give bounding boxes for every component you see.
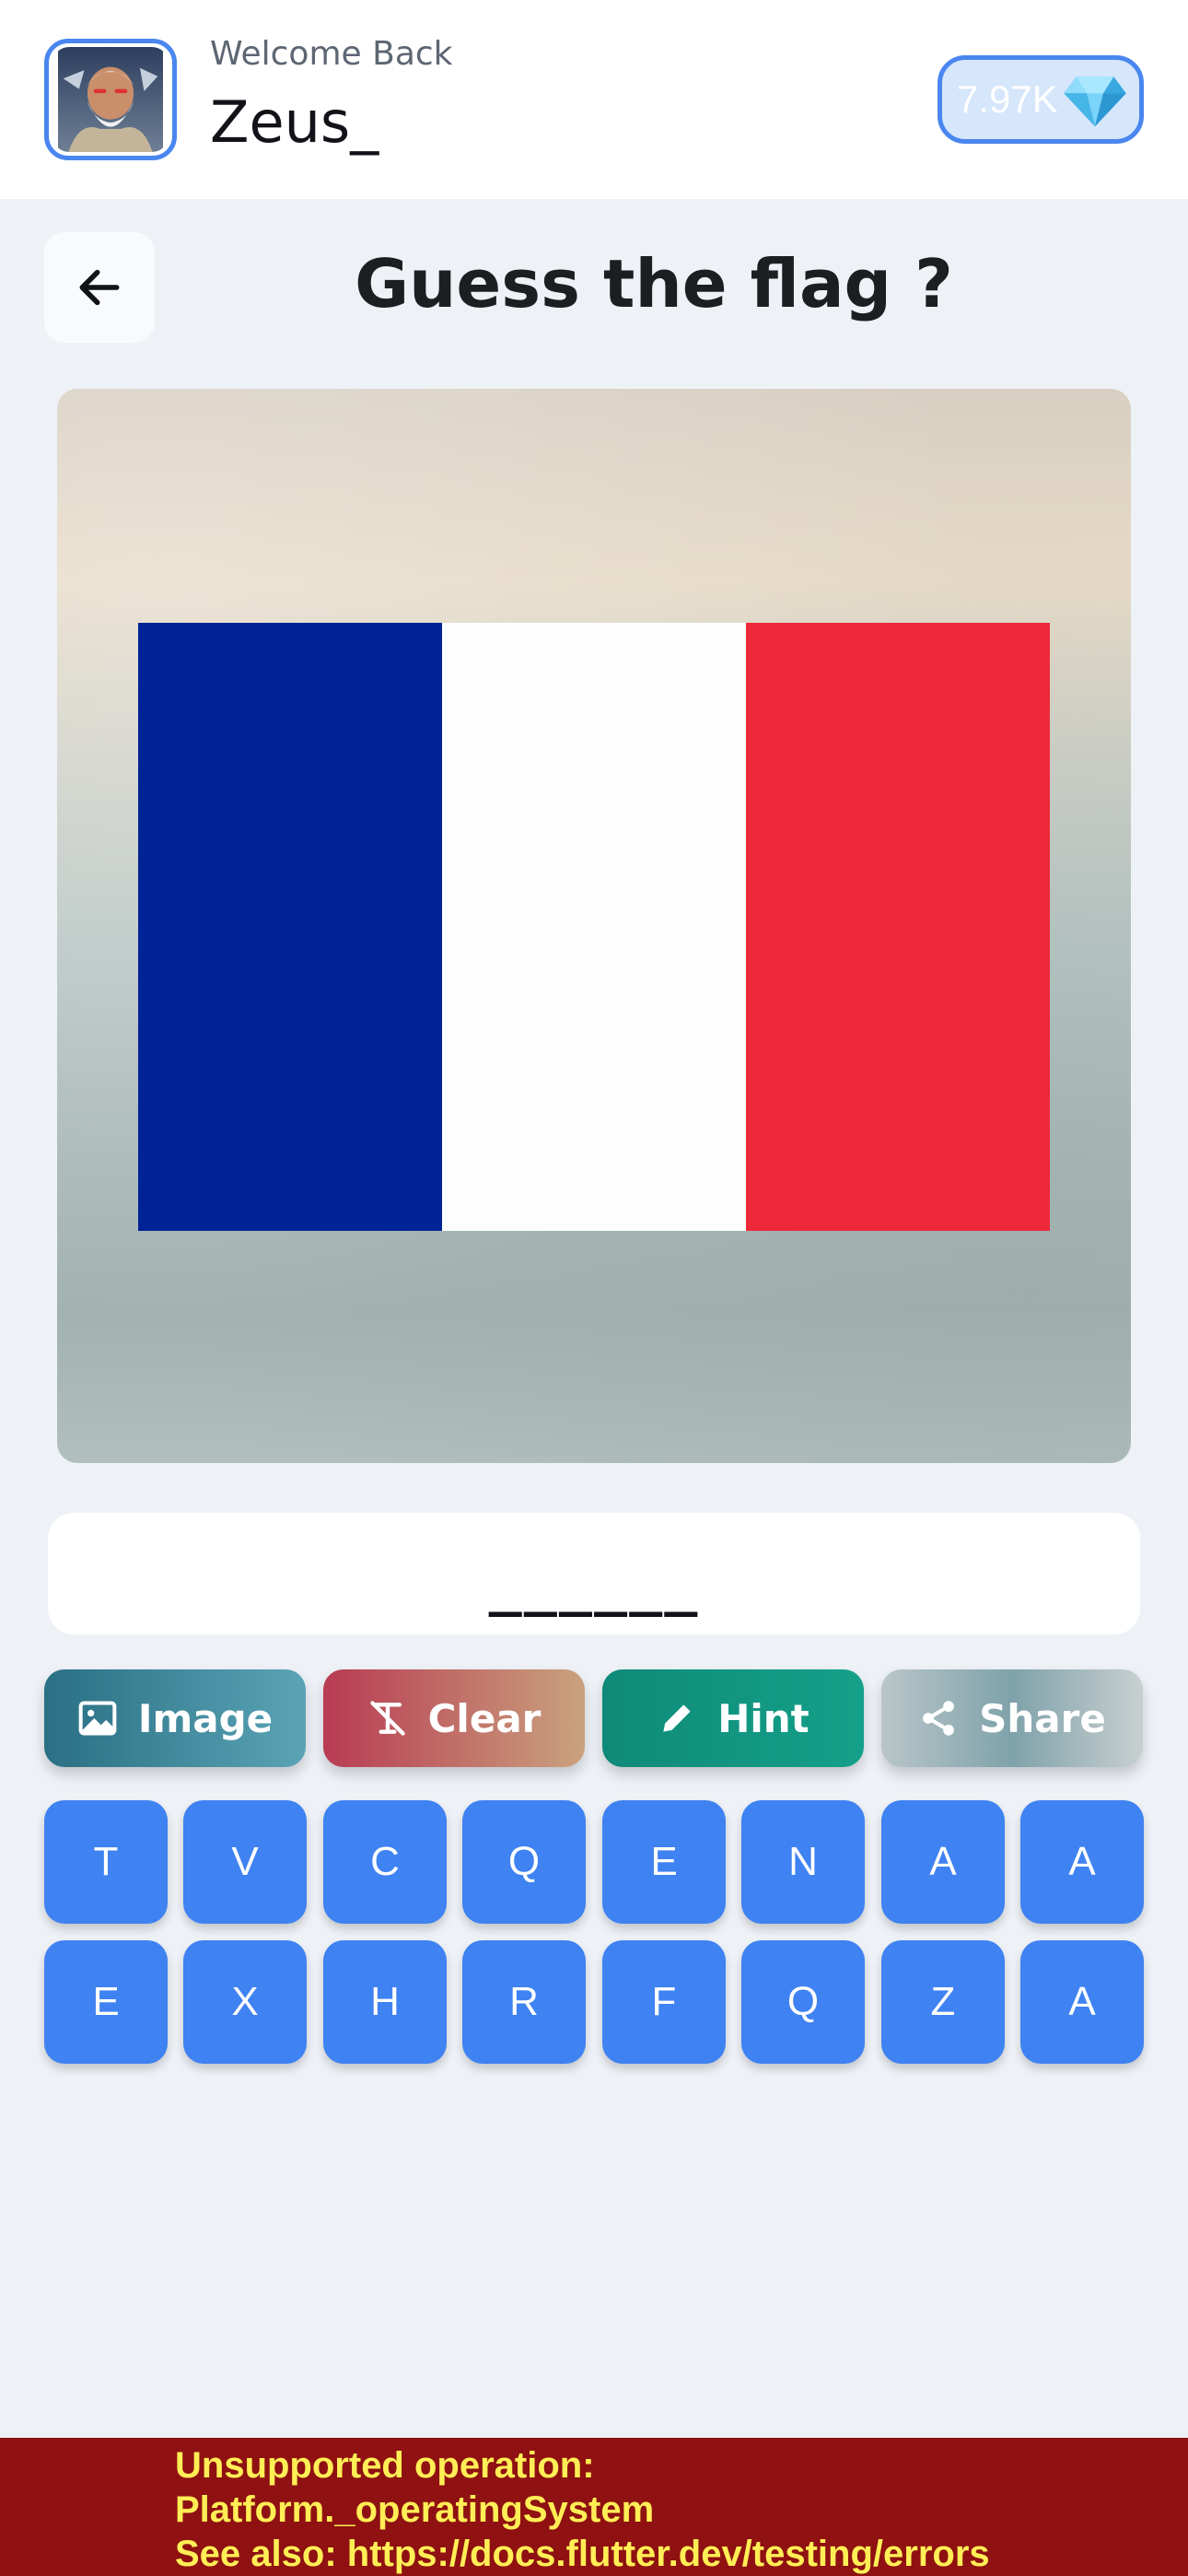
hint-button-label: Hint (717, 1695, 809, 1741)
arrow-left-icon (79, 269, 120, 306)
letter-key[interactable]: A (1020, 1800, 1144, 1924)
share-icon (923, 1701, 955, 1736)
image-button[interactable]: Image (44, 1669, 306, 1767)
answer-field[interactable]: ______ (48, 1513, 1140, 1634)
letter-key[interactable]: T (44, 1800, 168, 1924)
back-button[interactable] (44, 232, 155, 343)
welcome-text: Welcome Back (210, 35, 453, 73)
letter-key[interactable]: E (44, 1940, 168, 2064)
letter-key[interactable]: C (323, 1800, 447, 1924)
letter-key[interactable]: E (602, 1800, 726, 1924)
image-icon (78, 1701, 117, 1736)
clear-button[interactable]: Clear (323, 1669, 585, 1767)
username: Zeus_ (210, 88, 379, 156)
flag-stripe-red (746, 623, 1050, 1231)
page-title: Guess the flag ? (355, 245, 953, 322)
gems-balance[interactable]: 7.97K (938, 55, 1144, 144)
clear-format-icon (369, 1701, 405, 1736)
letter-key[interactable]: V (183, 1800, 307, 1924)
letter-key[interactable]: A (881, 1800, 1005, 1924)
letter-key[interactable]: H (323, 1940, 447, 2064)
avatar[interactable] (44, 39, 177, 160)
share-button[interactable]: Share (881, 1669, 1143, 1767)
pencil-icon (663, 1704, 691, 1732)
letter-key[interactable]: A (1020, 1940, 1144, 2064)
image-button-label: Image (137, 1695, 274, 1741)
hint-button[interactable]: Hint (602, 1669, 864, 1767)
letter-key[interactable]: X (183, 1940, 307, 2064)
diamond-icon (1064, 76, 1126, 127)
letter-key[interactable]: R (462, 1940, 586, 2064)
answer-placeholder: ______ (488, 1553, 700, 1618)
letter-key[interactable]: Q (462, 1800, 586, 1924)
clear-button-label: Clear (427, 1695, 542, 1741)
letter-key[interactable]: F (602, 1940, 726, 2064)
flag-stripe-blue (138, 623, 442, 1231)
error-banner: Unsupported operation: Platform._operati… (0, 2438, 1188, 2576)
error-line: Unsupported operation: (175, 2445, 595, 2486)
flag-image (138, 623, 1050, 1231)
flag-card (57, 389, 1131, 1463)
app-header: Welcome Back Zeus_ 7.97K (0, 0, 1188, 199)
avatar-image (58, 47, 163, 152)
error-line: Platform._operatingSystem (175, 2489, 655, 2530)
letter-key[interactable]: Q (741, 1940, 865, 2064)
gems-value: 7.97K (957, 77, 1058, 121)
error-link: See also: https://docs.flutter.dev/testi… (175, 2534, 990, 2574)
letter-key[interactable]: Z (881, 1940, 1005, 2064)
share-button-label: Share (979, 1695, 1106, 1741)
flag-stripe-white (442, 623, 746, 1231)
letter-key[interactable]: N (741, 1800, 865, 1924)
